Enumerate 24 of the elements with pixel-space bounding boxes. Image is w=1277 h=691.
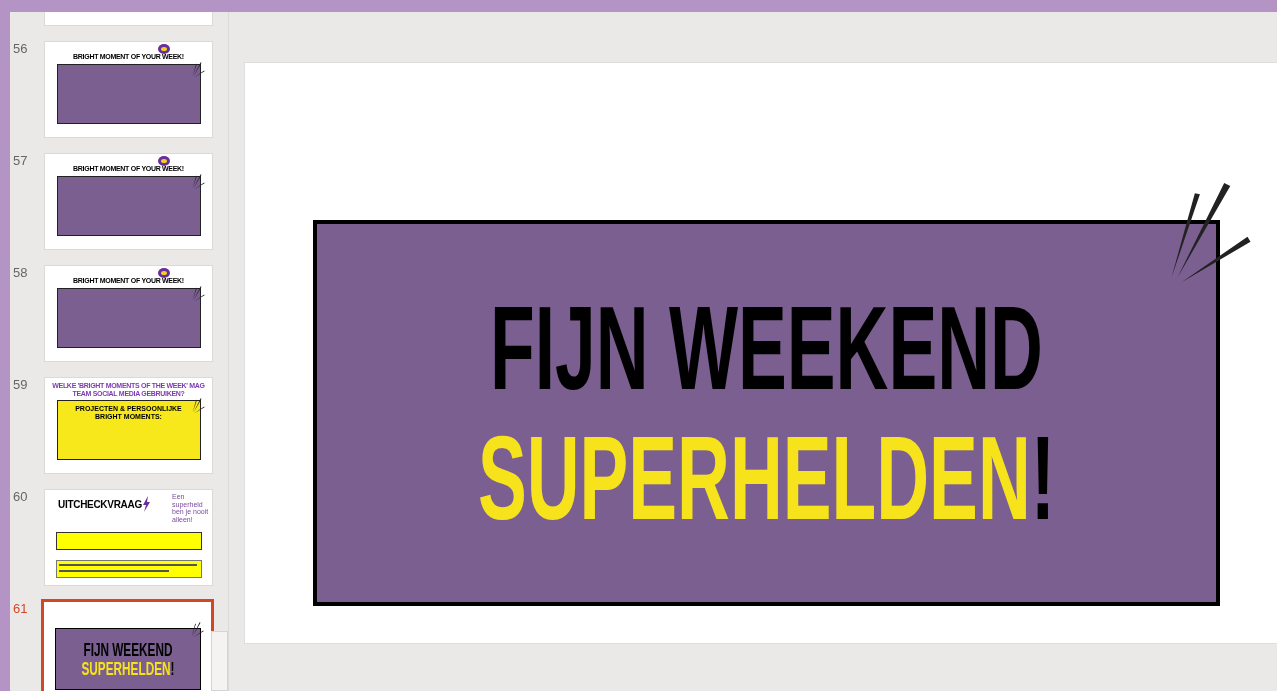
slide-heading: FIJN WEEKEND bbox=[490, 289, 1043, 407]
slide-heading: SUPERHELDEN bbox=[477, 419, 1031, 537]
lightning-icon bbox=[141, 496, 150, 512]
slide-title: UITCHECKVRAAG bbox=[58, 498, 142, 510]
slide-heading: SUPERHELDEN bbox=[81, 659, 171, 678]
bolt-lines-icon bbox=[190, 622, 204, 638]
slide-number: 56 bbox=[12, 41, 29, 56]
slide-number: 60 bbox=[12, 489, 29, 504]
slide-number: 57 bbox=[12, 153, 29, 168]
burst-icon bbox=[157, 43, 171, 55]
slide-number: 58 bbox=[12, 265, 29, 280]
slide-number: 61 bbox=[12, 601, 29, 616]
bolt-lines-icon bbox=[191, 174, 205, 190]
bolt-lines-icon bbox=[191, 398, 205, 414]
scrollbar[interactable] bbox=[211, 631, 228, 691]
exclamation-mark: ! bbox=[170, 659, 174, 678]
slide-number: 59 bbox=[12, 377, 29, 392]
bolt-lines-icon bbox=[191, 286, 205, 302]
burst-icon bbox=[157, 267, 171, 279]
slide-thumbnail[interactable]: FIJN WEEKEND SUPERHELDEN! bbox=[41, 599, 214, 691]
slide-heading: FIJN WEEKEND bbox=[83, 640, 172, 659]
bolt-lines-icon bbox=[191, 62, 205, 78]
burst-icon bbox=[157, 155, 171, 167]
exclamation-mark: ! bbox=[1030, 419, 1056, 537]
